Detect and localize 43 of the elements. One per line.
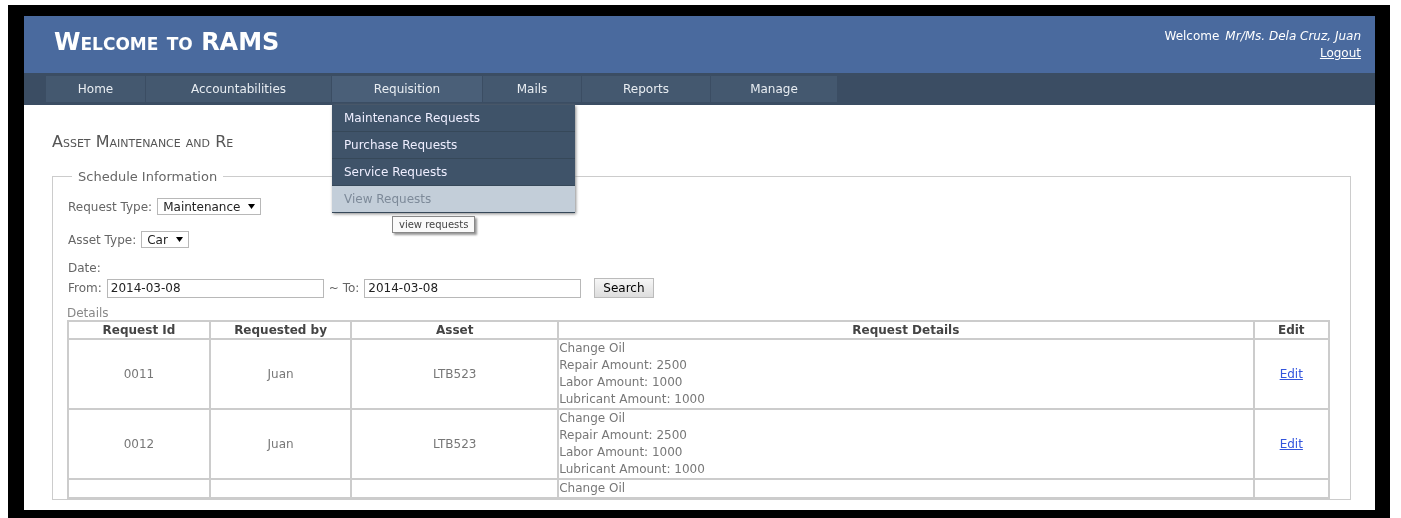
field-label: ~ To:: [328, 281, 360, 295]
page-title: Asset Maintenance and Re: [52, 132, 234, 151]
table-cell: LTB523: [351, 409, 559, 479]
nav-tab[interactable]: Reports: [582, 76, 711, 102]
request-type-select[interactable]: Maintenance: [157, 198, 262, 215]
asset-type-select[interactable]: Car: [141, 231, 189, 248]
welcome-label: Welcome: [1164, 29, 1220, 43]
site-title: Welcome to RAMS: [54, 27, 280, 56]
date-field[interactable]: 2014-03-08: [106, 278, 324, 298]
nav-tab[interactable]: Mails: [483, 76, 582, 102]
edit-link[interactable]: Edit: [1279, 367, 1303, 381]
logout-link[interactable]: Logout: [1319, 46, 1361, 60]
request-details: Change Oil Repair Amount: 2500 Labor Amount: 1000 Lubricant Amount: 1000: [559, 340, 706, 408]
table-cell: LTB523: [351, 339, 559, 409]
field-label: Date:: [68, 261, 102, 275]
nav-tab[interactable]: Home: [46, 76, 146, 102]
table-cell: Juan: [209, 409, 352, 479]
menu-item[interactable]: Maintenance Requests: [332, 105, 575, 132]
tooltip: view requests: [392, 216, 476, 233]
section-label: Details: [67, 306, 110, 320]
table-cell: 0011: [68, 339, 210, 409]
caret-icon: [175, 237, 183, 242]
table-cell: 0012: [68, 409, 210, 479]
request-details: Change Oil: [559, 480, 627, 497]
date-field[interactable]: 2014-03-08: [364, 278, 582, 298]
request-details: Change Oil Repair Amount: 2500 Labor Amount: 1000 Lubricant Amount: 1000: [559, 410, 706, 478]
table-cell: Juan: [209, 339, 352, 409]
edit-link[interactable]: Edit: [1279, 437, 1303, 451]
column-header: Asset: [351, 321, 559, 339]
menu-item[interactable]: Purchase Requests: [332, 132, 575, 159]
field-label: From:: [68, 281, 102, 295]
nav-tab[interactable]: Accountabilities: [146, 76, 332, 102]
user-name: Mr/Ms. Dela Cruz, Juan: [1225, 29, 1361, 43]
column-header: Requested by: [209, 321, 352, 339]
panel-legend: Schedule Information: [72, 169, 224, 184]
column-header: Edit: [1253, 321, 1329, 339]
column-header: Request Id: [68, 321, 210, 339]
field-label: Asset Type:: [68, 232, 137, 247]
nav-tab[interactable]: Manage: [711, 76, 838, 102]
field-label: Request Type:: [68, 199, 153, 214]
search-button[interactable]: Search: [594, 278, 654, 298]
column-header: Request Details: [558, 321, 1254, 339]
caret-icon: [248, 204, 256, 209]
